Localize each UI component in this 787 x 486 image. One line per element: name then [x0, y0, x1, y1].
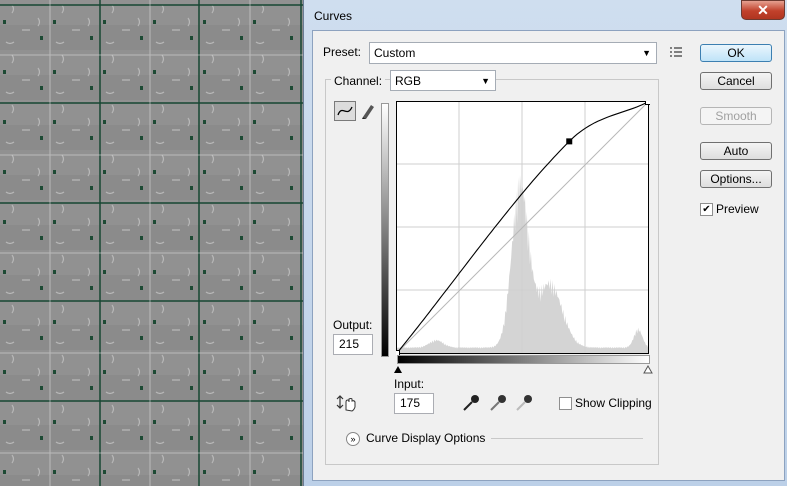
channel-value: RGB	[395, 74, 422, 88]
expand-icon[interactable]: »	[346, 432, 360, 446]
gray-point-eyedropper-icon[interactable]	[488, 393, 508, 413]
curve-tool-button[interactable]	[334, 101, 356, 121]
output-gradient-bar	[381, 103, 389, 357]
input-field[interactable]: 175	[394, 393, 434, 414]
input-gradient-bar	[397, 355, 650, 364]
black-point-eyedropper-icon[interactable]	[461, 393, 481, 413]
preset-label: Preset:	[323, 45, 362, 59]
background-image-texture	[0, 0, 310, 486]
white-point-slider[interactable]	[643, 365, 653, 374]
chevron-down-icon: ▼	[642, 48, 651, 58]
close-button[interactable]: ✕	[741, 0, 785, 20]
show-clipping-label: Show Clipping	[575, 396, 652, 410]
show-clipping-checkbox[interactable]	[559, 397, 572, 410]
dialog-title: Curves	[314, 9, 353, 23]
white-point-eyedropper-icon[interactable]	[514, 393, 534, 413]
curve-display-options-label[interactable]: Curve Display Options	[366, 431, 485, 445]
input-label: Input:	[394, 377, 425, 391]
close-icon: ✕	[757, 2, 769, 18]
preset-select[interactable]: Custom ▼	[369, 42, 657, 64]
output-label: Output:	[333, 318, 373, 332]
preset-options-icon[interactable]	[669, 46, 683, 58]
cancel-button[interactable]: Cancel	[700, 72, 772, 90]
curves-dialog: Curves ✕ Preset: Custom ▼ Channel: RGB ▼	[303, 0, 787, 486]
curve-point-icon	[337, 106, 353, 116]
divider	[491, 438, 643, 439]
auto-button[interactable]: Auto	[700, 142, 772, 160]
targeted-adjustment-icon[interactable]	[336, 394, 358, 412]
channel-select[interactable]: RGB ▼	[390, 70, 496, 91]
dialog-client-area: Preset: Custom ▼ Channel: RGB ▼ Output: …	[312, 30, 785, 481]
preset-value: Custom	[374, 46, 416, 60]
preview-checkbox[interactable]: ✔	[700, 203, 713, 216]
channel-label: Channel:	[331, 74, 386, 88]
pencil-icon[interactable]	[360, 102, 376, 120]
curve-control-point[interactable]	[566, 138, 573, 145]
black-point-slider[interactable]	[393, 365, 403, 374]
smooth-button[interactable]: Smooth	[700, 107, 772, 125]
output-field[interactable]: 215	[333, 334, 373, 355]
ok-button[interactable]: OK	[700, 44, 772, 62]
curve-control-point[interactable]	[396, 350, 400, 356]
preview-label: Preview	[716, 202, 759, 216]
curve-control-point[interactable]	[645, 101, 651, 105]
checkmark-icon: ✔	[702, 204, 711, 215]
curve-graph[interactable]	[396, 101, 650, 355]
options-button[interactable]: Options...	[700, 170, 772, 188]
chevron-down-icon: ▼	[481, 76, 490, 86]
